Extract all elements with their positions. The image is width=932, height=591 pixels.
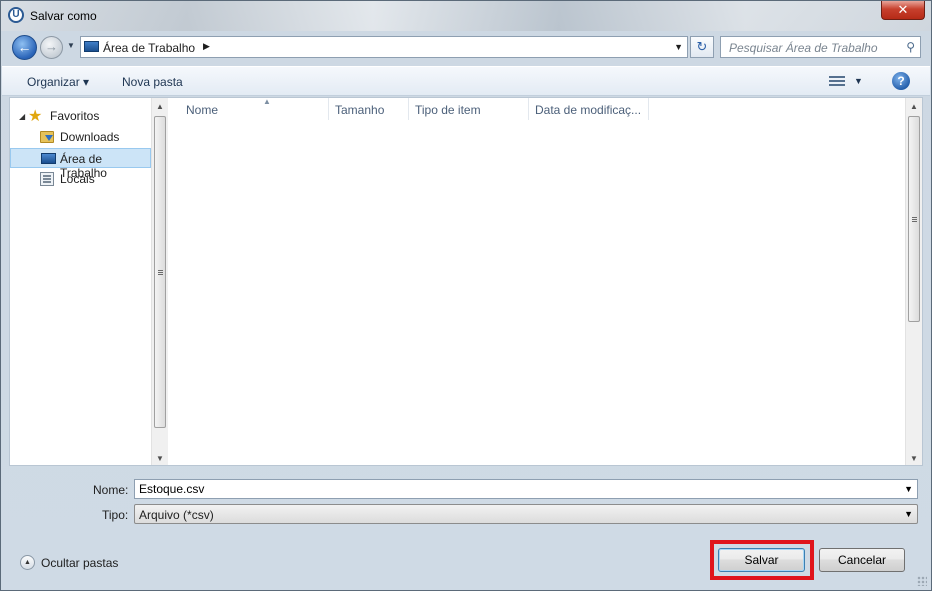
file-list[interactable]: ▲ Nome Tamanho Tipo de item Data de modi…	[169, 97, 905, 465]
column-header-date[interactable]: Data de modificaç...	[529, 98, 649, 120]
navigation-pane: ◢ ★ Favoritos Downloads Área de Trabalho…	[10, 98, 151, 465]
column-header-size[interactable]: Tamanho	[329, 98, 409, 120]
close-button[interactable]: ✕	[881, 1, 925, 20]
breadcrumb-desktop[interactable]: Área de Trabalho	[103, 41, 195, 55]
file-list-scrollbar[interactable]: ▲ ▼	[905, 98, 922, 465]
address-dropdown-icon[interactable]: ▼	[674, 42, 683, 52]
scroll-down-icon[interactable]: ▼	[152, 454, 168, 463]
browser-pane: ◢ ★ Favoritos Downloads Área de Trabalho…	[9, 97, 923, 466]
nav-item-label: Favoritos	[50, 109, 100, 123]
desktop-icon	[84, 41, 99, 52]
desktop-icon	[41, 153, 56, 164]
scroll-down-icon[interactable]: ▼	[906, 454, 922, 463]
sort-arrow-icon: ▲	[263, 97, 271, 106]
search-box[interactable]: Pesquisar Área de Trabalho ⚲	[720, 36, 921, 58]
file-name-label: Nome:	[93, 483, 129, 497]
title-bar[interactable]: U Salvar como ✕	[1, 1, 931, 31]
star-icon: ★	[28, 108, 43, 125]
nav-item-places[interactable]: Locais	[10, 169, 151, 189]
breadcrumb-arrow-icon[interactable]: ▶	[203, 41, 210, 52]
file-name-field[interactable]: ▼	[134, 479, 918, 499]
recent-locations-dropdown[interactable]: ▼	[67, 41, 75, 50]
save-button[interactable]: Salvar	[718, 548, 805, 572]
file-type-select[interactable]: Arquivo (*csv) ▼	[134, 504, 918, 524]
nav-pane-scrollbar[interactable]: ▲ ▼	[151, 98, 168, 465]
file-type-value: Arquivo (*csv)	[139, 508, 214, 522]
file-type-label: Tipo:	[102, 508, 129, 522]
help-icon[interactable]: ?	[892, 72, 910, 90]
scroll-up-icon[interactable]: ▲	[152, 102, 168, 111]
chevron-down-icon[interactable]: ▼	[904, 484, 913, 494]
forward-button[interactable]: →	[40, 36, 63, 59]
search-icon[interactable]: ⚲	[906, 40, 915, 54]
expand-arrow-icon[interactable]: ◢	[19, 112, 25, 121]
downloads-folder-icon	[40, 131, 54, 143]
nav-item-favorites[interactable]: ◢ ★ Favoritos	[10, 106, 151, 126]
recent-places-icon	[40, 172, 54, 186]
command-toolbar: Organizar ▾ Nova pasta ▼ ?	[2, 66, 930, 96]
column-header-label: Data de modificaç...	[535, 103, 642, 117]
nav-item-label: Downloads	[60, 130, 120, 144]
column-header-label: Tipo de item	[415, 103, 481, 117]
refresh-button[interactable]: ↻	[690, 36, 714, 58]
collapse-up-icon[interactable]: ▲	[20, 555, 35, 570]
scroll-grip	[912, 217, 917, 218]
nav-item-label: Locais	[60, 172, 95, 186]
column-header-label: Nome	[186, 103, 219, 117]
column-header-name[interactable]: ▲ Nome	[180, 97, 329, 120]
save-as-dialog: U Salvar como ✕ ← → ▼ Área de Trabalho ▶…	[0, 0, 932, 591]
nav-item-desktop[interactable]: Área de Trabalho	[10, 148, 151, 180]
view-options-icon[interactable]	[829, 74, 845, 88]
search-placeholder: Pesquisar Área de Trabalho	[729, 41, 878, 55]
resize-grip[interactable]	[917, 576, 927, 586]
address-bar[interactable]: Área de Trabalho ▶ ▼	[80, 36, 688, 58]
scroll-thumb[interactable]	[908, 116, 920, 322]
scroll-up-icon[interactable]: ▲	[906, 102, 922, 111]
scroll-thumb[interactable]	[154, 116, 166, 428]
chevron-down-icon[interactable]: ▼	[904, 509, 913, 519]
nav-item-downloads[interactable]: Downloads	[10, 127, 151, 147]
app-icon: U	[8, 7, 24, 23]
file-name-input[interactable]	[135, 480, 875, 498]
column-header-label: Tamanho	[335, 103, 385, 117]
cancel-button[interactable]: Cancelar	[819, 548, 905, 572]
title-bar-background	[1, 1, 931, 31]
back-button[interactable]: ←	[12, 35, 37, 60]
organize-label: Organizar	[27, 75, 80, 89]
window-title: Salvar como	[30, 9, 97, 23]
new-folder-button[interactable]: Nova pasta	[122, 75, 183, 89]
column-header-type[interactable]: Tipo de item	[409, 98, 529, 120]
scroll-grip	[158, 270, 163, 271]
hide-folders-label[interactable]: Ocultar pastas	[41, 556, 118, 570]
view-dropdown-icon[interactable]: ▼	[854, 76, 863, 86]
organize-menu[interactable]: Organizar ▾	[27, 75, 89, 89]
